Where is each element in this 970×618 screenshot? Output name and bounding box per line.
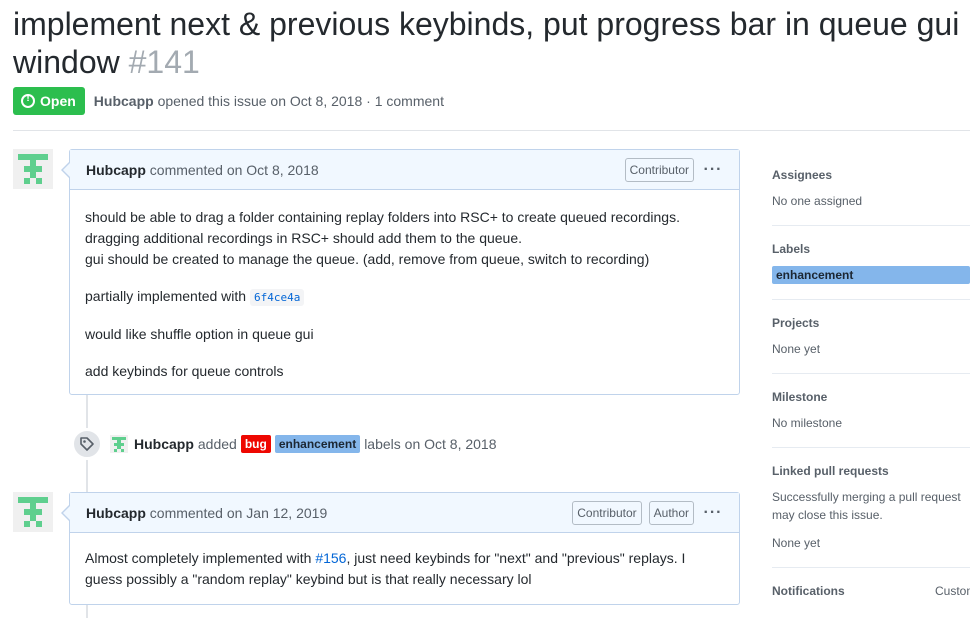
customize-link[interactable]: Customize [935,582,970,600]
issue-number: #141 [128,44,200,80]
issue-author-link[interactable]: Hubcapp [94,93,154,109]
issue-title: implement next & previous keybinds, put … [13,5,970,81]
comment-actions: Contributor ··· [624,158,725,182]
sidebar-assignees: Assignees No one assigned [772,150,970,226]
comment-date[interactable]: commented on Oct 8, 2018 [150,162,319,178]
comment-text: partially implemented with [85,288,247,304]
projects-value: None yet [772,342,821,356]
contributor-badge: Contributor [572,501,642,525]
comment-line: should be able to drag a folder containi… [85,209,680,225]
event-actor[interactable]: Hubcapp [134,436,194,452]
comment-paragraph: should be able to drag a folder containi… [85,207,724,270]
assignees-heading[interactable]: Assignees [772,167,970,183]
sidebar-projects: Projects None yet [772,315,970,374]
label-bug[interactable]: bug [240,435,271,453]
label-enhancement[interactable]: enhancement [274,435,361,453]
contributor-badge: Contributor [624,158,694,182]
avatar[interactable] [13,149,53,189]
linked-prs-value: None yet [772,536,821,550]
comment-body: should be able to drag a folder containi… [70,190,739,399]
kebab-menu-icon[interactable]: ··· [701,162,725,178]
meta-separator: · [366,93,371,109]
comment-author[interactable]: Hubcapp [86,162,146,178]
comment-count: 1 comment [374,93,444,109]
sidebar-notifications: Notifications Customize [772,583,970,603]
issue-opened-icon [21,93,35,108]
state-label: Open [40,93,76,109]
timeline-line [86,395,88,428]
issue-meta-row: Open Hubcapp opened this issue on Oct 8,… [13,87,444,115]
commit-link[interactable]: 6f4ce4a [249,289,305,306]
assignees-value: No one assigned [772,194,863,208]
comment-pointer-inner [63,163,70,177]
comment-line: dragging additional recordings in RSC+ s… [85,230,523,246]
projects-heading[interactable]: Projects [772,315,970,331]
event-avatar[interactable] [110,435,128,453]
comment-paragraph: Almost completely implemented with #156,… [85,548,724,590]
comment-header: Hubcapp commented on Oct 8, 2018 Contrib… [70,150,739,190]
comment-header: Hubcapp commented on Jan 12, 2019 Contri… [70,493,739,533]
issue-meta: Hubcapp opened this issue on Oct 8, 2018… [94,93,444,109]
author-badge: Author [648,501,694,525]
sidebar-labels: Labels enhancement [772,241,970,300]
comment-pointer-inner [63,506,70,520]
comment-box: Hubcapp commented on Jan 12, 2019 Contri… [69,492,740,605]
linked-prs-desc: Successfully merging a pull request may … [772,490,961,522]
comment-body: Almost completely implemented with #156,… [70,533,739,607]
comment-meta: Hubcapp commented on Oct 8, 2018 [86,162,319,178]
sidebar-linked-prs: Linked pull requests Successfully mergin… [772,463,970,568]
event-suffix: labels on Oct 8, 2018 [364,436,497,452]
issue-sidebar: Assignees No one assigned Labels enhance… [772,150,970,603]
avatar[interactable] [13,492,53,532]
pr-link[interactable]: #156 [315,550,346,566]
milestone-value: No milestone [772,416,843,430]
state-badge: Open [13,87,85,115]
timeline-line [86,460,88,493]
comment-date[interactable]: commented on Jan 12, 2019 [150,505,327,521]
comment-meta: Hubcapp commented on Jan 12, 2019 [86,505,327,521]
linked-prs-heading[interactable]: Linked pull requests [772,463,970,479]
comment-actions: Contributor Author ··· [572,501,725,525]
event-verb: added [197,436,237,452]
comment-paragraph: would like shuffle option in queue gui [85,326,314,342]
comment-box: Hubcapp commented on Oct 8, 2018 Contrib… [69,149,740,395]
kebab-menu-icon[interactable]: ··· [701,505,725,521]
comment-paragraph: partially implemented with 6f4ce4a [85,286,724,308]
header-divider [13,130,970,131]
label-event: Hubcapp added bug enhancement labels on … [72,428,497,460]
sidebar-label-enhancement[interactable]: enhancement [772,266,970,284]
comment-text: Almost completely implemented with [85,550,312,566]
tag-icon [72,429,102,459]
milestone-heading[interactable]: Milestone [772,389,970,405]
comment-author[interactable]: Hubcapp [86,505,146,521]
comment-paragraph: add keybinds for queue controls [85,363,284,379]
opened-text: opened this issue on Oct 8, 2018 [157,93,363,109]
sidebar-milestone: Milestone No milestone [772,389,970,448]
labels-heading[interactable]: Labels [772,241,970,257]
comment-line: gui should be created to manage the queu… [85,251,650,267]
